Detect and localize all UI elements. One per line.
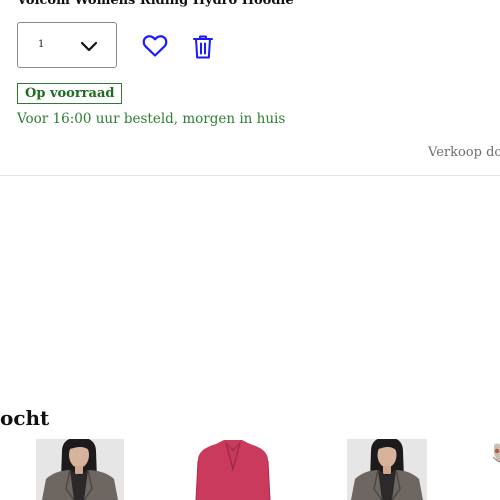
heart-icon	[142, 35, 168, 57]
recommended-product-image[interactable]	[36, 439, 124, 500]
recommended-product-image[interactable]	[190, 439, 276, 500]
quantity-select[interactable]: 1	[17, 22, 117, 68]
chevron-down-icon	[80, 41, 98, 52]
delivery-info: Voor 16:00 uur besteld, morgen in huis	[17, 111, 286, 127]
seller-info: Verkoop do	[428, 145, 500, 160]
quantity-value: 1	[38, 39, 45, 50]
recommended-product-image[interactable]	[488, 441, 500, 500]
recommended-product-image[interactable]	[347, 439, 427, 500]
wishlist-button[interactable]	[142, 34, 168, 58]
stock-status-badge: Op voorraad	[17, 83, 123, 104]
product-title[interactable]: Volcom Womens Riding Hydro Hoodie	[17, 0, 294, 8]
recommendations-heading: ocht	[0, 406, 50, 430]
cart-page: Volcom Womens Riding Hydro Hoodie 1 Op v…	[0, 0, 500, 500]
trash-icon	[193, 35, 213, 59]
delete-button[interactable]	[191, 34, 215, 60]
section-divider	[0, 175, 500, 176]
